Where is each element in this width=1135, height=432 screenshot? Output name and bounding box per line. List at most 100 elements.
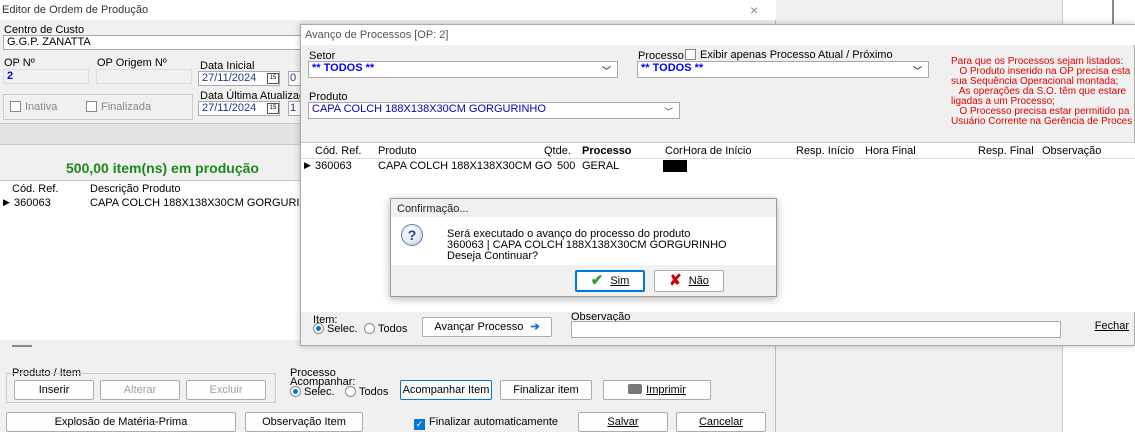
no-button[interactable]: ✘ Não xyxy=(654,270,724,292)
process-window-title: Avanço de Processos [OP: 2] xyxy=(305,29,449,41)
row-pointer-icon: ▶ xyxy=(3,197,10,207)
observation-item-button[interactable]: Observação Item xyxy=(245,412,363,432)
auto-finish-label: Finalizar automaticamente xyxy=(429,416,559,428)
production-status: 500,00 item(ns) em produção xyxy=(66,160,259,176)
header-start-time: Hora de Início xyxy=(683,145,752,157)
advance-label: Avançar Processo xyxy=(434,321,524,333)
row-description: CAPA COLCH 188X138X30CM GORGURINH xyxy=(90,197,316,209)
process-value: ** TODOS ** xyxy=(641,62,704,74)
no-label: Não xyxy=(688,275,709,287)
start-time-partial: 0 xyxy=(290,72,297,84)
follow-selec-label: Selec. xyxy=(304,386,335,398)
inactive-checkbox[interactable]: Inativa xyxy=(10,101,57,113)
save-label: Salvar xyxy=(607,416,639,428)
cancel-label: Cancelar xyxy=(698,416,744,428)
close-label: Fechar xyxy=(1094,320,1129,332)
finish-item-button[interactable]: Finalizar item xyxy=(500,380,592,400)
header-process: Processo xyxy=(582,145,632,157)
table-header-description: Descrição Produto xyxy=(90,183,181,195)
item-selec-radio[interactable]: Selec. xyxy=(313,323,358,335)
checkbox-icon: ✓ xyxy=(414,419,425,430)
insert-button[interactable]: Inserir xyxy=(14,380,94,400)
checkbox-icon xyxy=(10,101,21,112)
start-date-value: 27/11/2024 xyxy=(202,72,257,84)
checkbox-icon xyxy=(86,101,97,112)
dialog-line: Deseja Continuar? xyxy=(447,250,539,262)
row-color-swatch xyxy=(663,160,687,172)
yes-button[interactable]: ✔ Sim xyxy=(575,270,645,292)
main-titlebar: Editor de Ordem de Produção × xyxy=(0,0,776,20)
item-todos-radio[interactable]: Todos xyxy=(364,323,407,335)
header-start-resp: Resp. Início xyxy=(796,145,855,157)
product-value: CAPA COLCH 188X138X30CM GORGURINHO xyxy=(312,103,546,115)
dialog-message: Será executado o avanço do processo do p… xyxy=(447,229,727,262)
checkbox-icon xyxy=(685,49,696,60)
sector-select[interactable]: ** TODOS ** ﹀ xyxy=(308,61,618,78)
product-select[interactable]: CAPA COLCH 188X138X30CM GORGURINHO ﹀ xyxy=(308,102,680,119)
header-qty: Qtde. xyxy=(544,145,571,157)
item-selec-label: Selec. xyxy=(327,323,358,335)
radio-icon xyxy=(290,386,301,397)
calendar-icon[interactable]: 15 xyxy=(267,73,279,84)
cost-center-field[interactable]: G.G.P. ZANATTA xyxy=(3,35,303,50)
table-row[interactable]: ▶ 360063 CAPA COLCH 188X138X30CM GORGURI… xyxy=(0,196,315,210)
follow-selec-radio[interactable]: Selec. xyxy=(290,386,335,398)
cancel-button[interactable]: Cancelar xyxy=(676,412,766,432)
auto-finish-checkbox[interactable]: ✓ Finalizar automaticamente xyxy=(414,416,558,430)
radio-icon xyxy=(345,386,356,397)
table-header-code: Cód. Ref. xyxy=(12,183,59,195)
info-line: Usuário Corrente na Gerência de Proces xyxy=(951,116,1133,127)
info-text: Para que os Processos sejam listados: O … xyxy=(951,57,1132,127)
close-icon[interactable]: × xyxy=(750,2,758,18)
row-code: 360063 xyxy=(315,160,352,172)
radio-icon xyxy=(364,323,375,334)
explosion-button[interactable]: Explosão de Matéria-Prima xyxy=(6,412,236,432)
row-pointer-icon: ▶ xyxy=(304,160,311,170)
chevron-down-icon: ﹀ xyxy=(912,66,922,76)
calendar-icon[interactable]: 15 xyxy=(267,103,279,114)
header-end-time: Hora Final xyxy=(865,145,916,157)
save-button[interactable]: Salvar xyxy=(578,412,668,432)
radio-icon xyxy=(313,323,324,334)
finished-checkbox[interactable]: Finalizada xyxy=(86,101,151,113)
table-row[interactable]: ▶ 360063 CAPA COLCH 188X138X30CM GO 500 … xyxy=(301,159,1135,173)
dialog-title: Confirmação... xyxy=(397,203,469,215)
inactive-label: Inativa xyxy=(25,101,58,113)
finished-label: Finalizada xyxy=(101,101,152,113)
row-code: 360063 xyxy=(14,197,51,209)
question-icon: ? xyxy=(401,224,423,246)
observation-field[interactable] xyxy=(571,321,1061,338)
update-time-partial: 1 xyxy=(290,102,297,114)
print-label: Imprimir xyxy=(646,384,686,396)
advance-process-button[interactable]: Avançar Processo ➔ xyxy=(422,317,552,337)
close-button[interactable]: Fechar xyxy=(1063,317,1133,337)
delete-button[interactable]: Excluir xyxy=(186,380,266,400)
show-current-label: Exibir apenas Processo Atual / Próximo xyxy=(700,49,893,61)
printer-icon xyxy=(628,384,643,394)
op-origin-field[interactable] xyxy=(96,69,192,84)
process-window: Avanço de Processos [OP: 2] Setor ** TOD… xyxy=(300,24,1135,346)
op-number-label: OP Nº xyxy=(4,57,35,69)
header-code: Cód. Ref. xyxy=(315,145,362,157)
chevron-down-icon: ﹀ xyxy=(601,66,611,76)
dialog-titlebar: Confirmação... xyxy=(391,199,776,217)
sector-value: ** TODOS ** xyxy=(312,62,375,74)
splitter-handle[interactable] xyxy=(12,345,32,347)
op-number-field[interactable]: 2 xyxy=(3,69,89,84)
follow-item-button[interactable]: Acompanhar Item xyxy=(400,380,492,400)
print-button[interactable]: Imprimir xyxy=(603,380,711,400)
row-process: GERAL xyxy=(582,160,620,172)
follow-todos-label: Todos xyxy=(359,386,389,398)
edit-button[interactable]: Alterar xyxy=(100,380,180,400)
op-origin-label: OP Origem Nº xyxy=(97,57,167,69)
checkmark-icon: ✔ xyxy=(590,272,604,289)
row-product: CAPA COLCH 188X138X30CM GO xyxy=(378,160,553,172)
show-current-checkbox[interactable]: Exibir apenas Processo Atual / Próximo xyxy=(685,49,893,61)
row-qty: 500 xyxy=(557,160,576,172)
item-todos-label: Todos xyxy=(378,323,408,335)
process-select[interactable]: ** TODOS ** ﹀ xyxy=(637,61,929,78)
main-window-title: Editor de Ordem de Produção xyxy=(2,4,149,16)
follow-todos-radio[interactable]: Todos xyxy=(345,386,388,398)
header-product: Produto xyxy=(378,145,417,157)
header-color: Cor xyxy=(665,145,683,157)
